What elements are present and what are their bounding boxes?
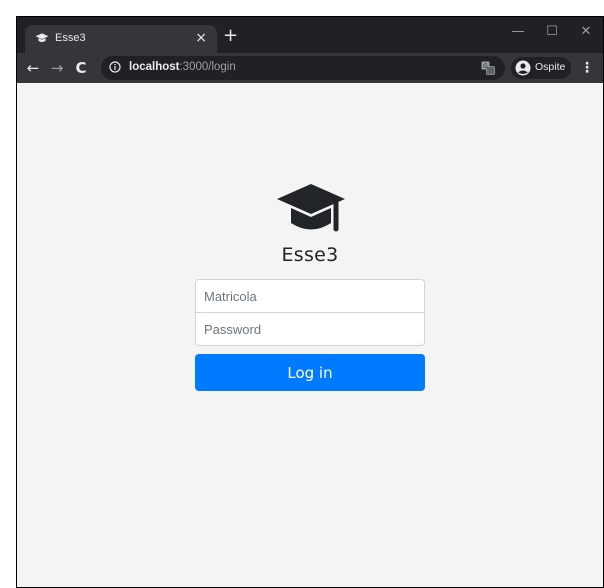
- title-bar: Esse3 × + — ☐ ✕: [17, 17, 603, 53]
- close-tab-icon[interactable]: ×: [195, 29, 207, 47]
- url-host: localhost: [129, 61, 180, 73]
- profile-label: Ospite: [535, 61, 566, 73]
- close-window-button[interactable]: ✕: [569, 17, 603, 47]
- browser-window: Esse3 × + — ☐ ✕ ← → C localhost:3000/log…: [16, 16, 604, 588]
- url-text: localhost:3000/login: [129, 61, 236, 73]
- address-bar[interactable]: localhost:3000/login G: [101, 56, 505, 80]
- account-icon: [515, 60, 531, 76]
- minimize-button[interactable]: —: [501, 17, 535, 47]
- window-controls: — ☐ ✕: [501, 17, 603, 47]
- forward-button[interactable]: →: [47, 58, 67, 78]
- tab-title: Esse3: [55, 32, 86, 44]
- menu-button[interactable]: ⋮: [579, 58, 595, 78]
- browser-toolbar: ← → C localhost:3000/login G Ospite ⋮: [17, 53, 603, 83]
- login-button[interactable]: Log in: [195, 354, 425, 391]
- graduation-cap-icon: [277, 184, 345, 232]
- reload-button[interactable]: C: [71, 58, 91, 78]
- back-button[interactable]: ←: [23, 58, 43, 78]
- matricola-input[interactable]: [195, 279, 425, 313]
- app-title: Esse3: [281, 244, 339, 266]
- info-icon[interactable]: [109, 61, 121, 73]
- graduation-cap-icon: [35, 33, 49, 43]
- translate-icon[interactable]: G: [481, 61, 495, 75]
- new-tab-button[interactable]: +: [223, 27, 238, 45]
- svg-text:G: G: [483, 63, 488, 70]
- maximize-button[interactable]: ☐: [535, 17, 569, 47]
- login-form: Log in: [195, 279, 425, 391]
- page-viewport: Esse3 Log in: [17, 83, 603, 587]
- browser-tab[interactable]: Esse3 ×: [25, 25, 217, 53]
- password-input[interactable]: [195, 312, 425, 346]
- url-path: :3000/login: [179, 61, 236, 73]
- profile-button[interactable]: Ospite: [511, 57, 571, 79]
